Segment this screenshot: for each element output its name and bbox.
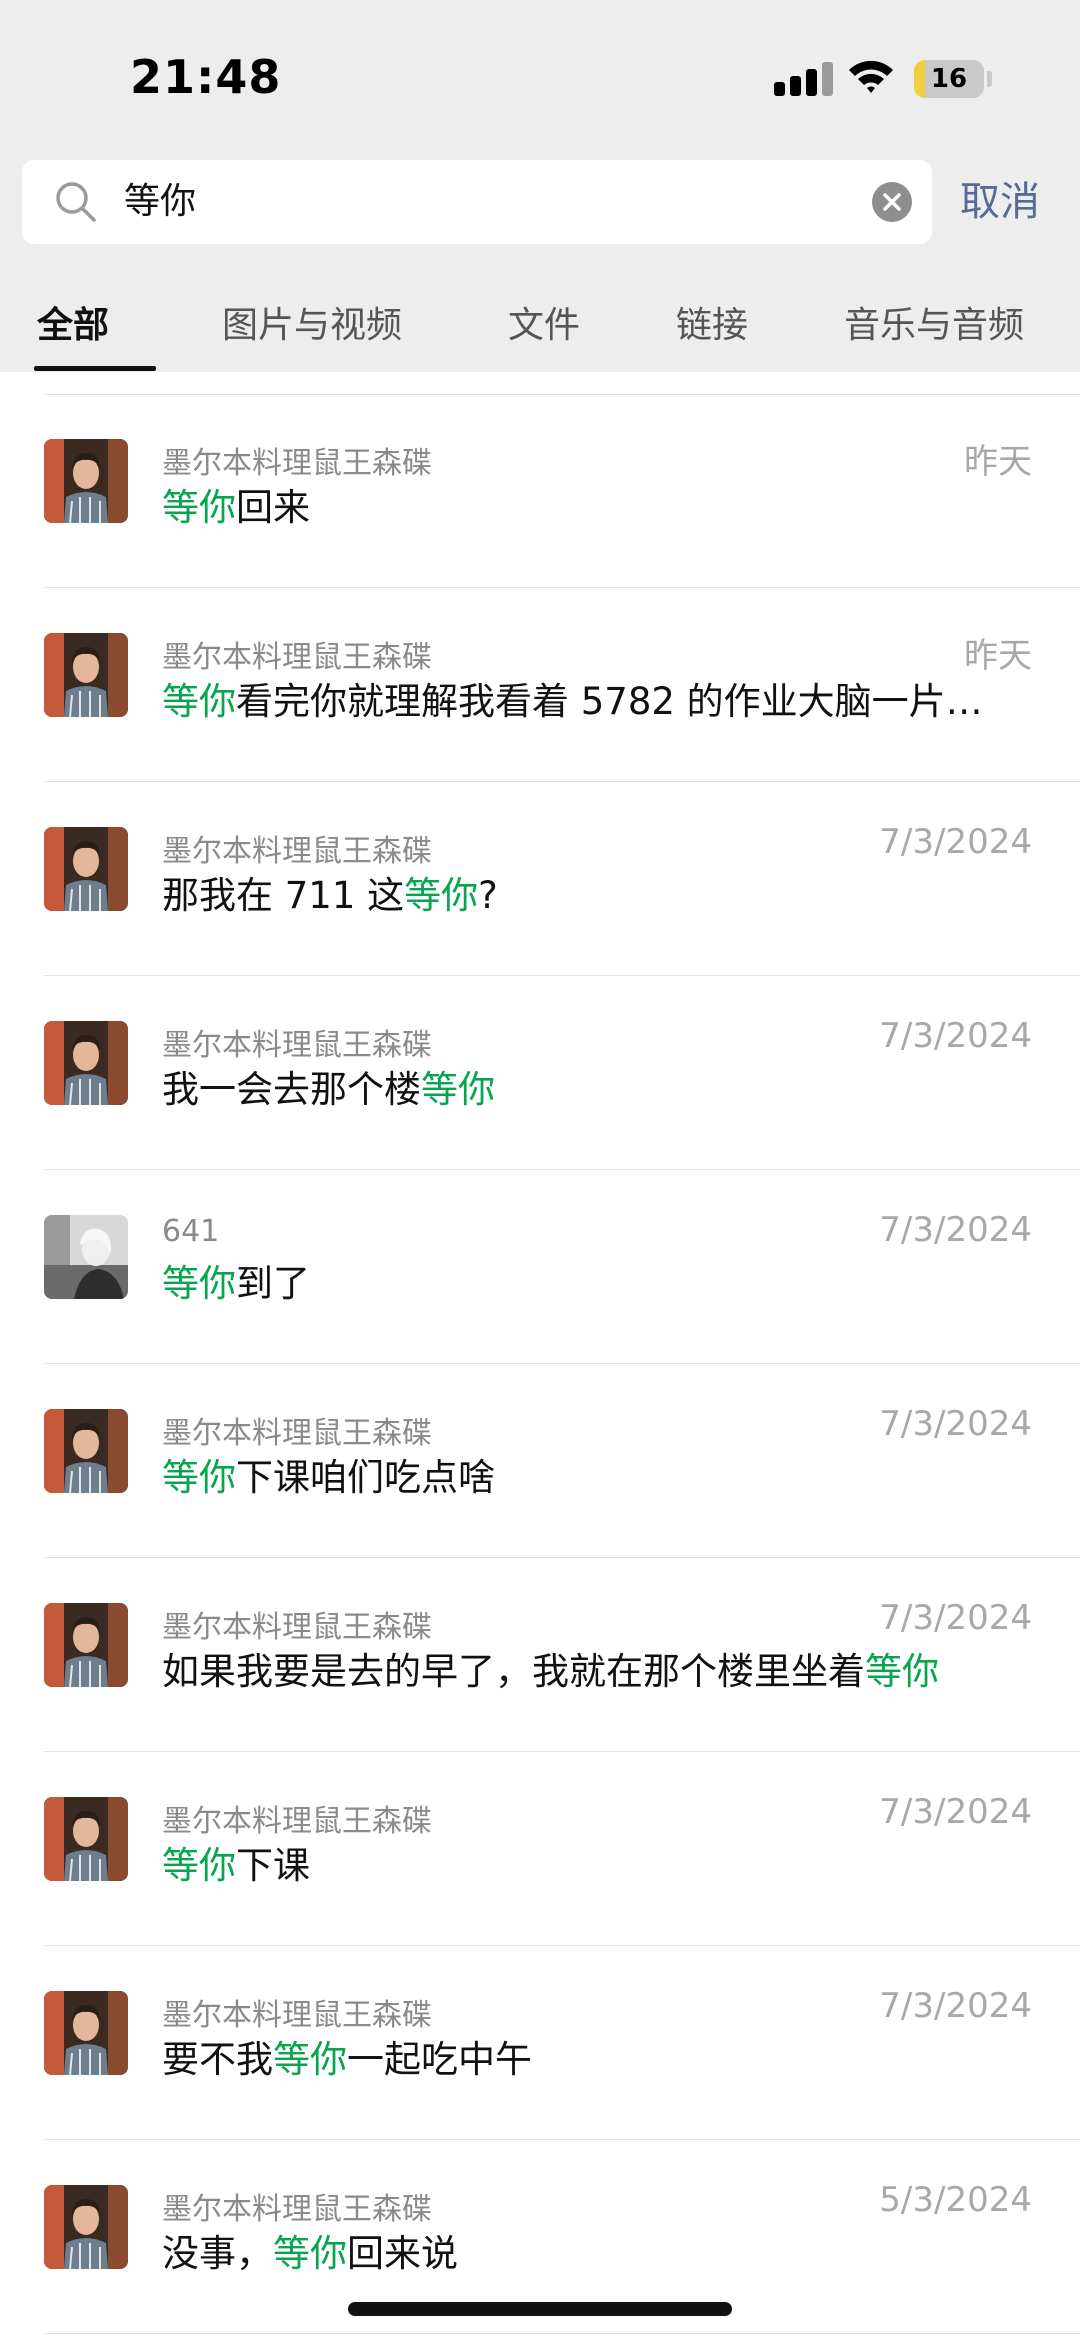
message-date: 7/3/2024 [879,822,1032,862]
message-date: 昨天 [964,442,1032,482]
snippet-highlight: 等你 [273,2232,347,2275]
tab-files[interactable]: 文件 [508,290,580,362]
search-result-row[interactable]: 墨尔本料理鼠王森碟 7/3/2024 如果我要是去的早了，我就在那个楼里坐着等你 [0,1558,1080,1752]
message-snippet: 那我在 711 这等你? [162,868,1028,924]
tab-music-audio[interactable]: 音乐与音频 [844,290,1024,362]
snippet-after: 看完你就理解我看着 5782 的作业大脑一片… [236,680,983,723]
cancel-button[interactable]: 取消 [960,160,1040,244]
search-result-row[interactable]: 墨尔本料理鼠王森碟 昨天 等你回来 [0,394,1080,588]
active-tab-indicator [34,366,156,371]
row-divider [44,2333,1080,2334]
message-date: 7/3/2024 [879,1016,1032,1056]
message-date: 7/3/2024 [879,1986,1032,2026]
message-snippet: 等你到了 [162,1256,1028,1312]
contact-name: 641 [162,1214,220,1249]
search-result-row[interactable]: 墨尔本料理鼠王森碟 昨天 等你看完你就理解我看着 5782 的作业大脑一片… [0,588,1080,782]
avatar [44,1215,128,1299]
avatar [44,1797,128,1881]
wifi-icon [849,60,893,93]
search-result-row[interactable]: 墨尔本料理鼠王森碟 7/3/2024 那我在 711 这等你? [0,782,1080,976]
snippet-highlight: 等你 [162,1262,236,1305]
snippet-before: 那我在 711 这 [162,874,405,917]
avatar [44,1021,128,1105]
contact-name: 墨尔本料理鼠王森碟 [162,446,432,481]
avatar [44,1991,128,2075]
message-snippet: 等你看完你就理解我看着 5782 的作业大脑一片… [162,674,1028,730]
search-result-row[interactable]: 墨尔本料理鼠王森碟 7/3/2024 等你下课 [0,1752,1080,1946]
search-result-row[interactable]: 墨尔本料理鼠王森碟 7/3/2024 等你下课咱们吃点啥 [0,1364,1080,1558]
status-time: 21:48 [130,50,282,104]
avatar [44,827,128,911]
contact-name: 墨尔本料理鼠王森碟 [162,1804,432,1839]
cellular-signal-icon [774,60,836,96]
contact-name: 墨尔本料理鼠王森碟 [162,640,432,675]
tab-photos-videos[interactable]: 图片与视频 [222,290,402,362]
snippet-highlight: 等你 [273,2038,347,2081]
snippet-before: 如果我要是去的早了，我就在那个楼里坐着 [162,1650,865,1693]
snippet-after: ? [478,874,498,917]
snippet-before: 我一会去那个楼 [162,1068,421,1111]
snippet-highlight: 等你 [162,1456,236,1499]
contact-name: 墨尔本料理鼠王森碟 [162,834,432,869]
contact-name: 墨尔本料理鼠王森碟 [162,1998,432,2033]
message-date: 7/3/2024 [879,1210,1032,1250]
search-result-row[interactable]: 641 7/3/2024 等你到了 [0,1170,1080,1364]
battery-percent: 16 [930,64,968,94]
message-snippet: 如果我要是去的早了，我就在那个楼里坐着等你 [162,1644,1028,1700]
snippet-highlight: 等你 [162,486,236,529]
message-date: 7/3/2024 [879,1404,1032,1444]
tab-links[interactable]: 链接 [676,290,748,362]
battery-icon: 16 [914,60,984,98]
home-indicator[interactable] [348,2302,732,2316]
message-snippet: 要不我等你一起吃中午 [162,2032,1028,2088]
contact-name: 墨尔本料理鼠王森碟 [162,1416,432,1451]
snippet-after: 回来 [236,486,310,529]
contact-name: 墨尔本料理鼠王森碟 [162,1028,432,1063]
snippet-highlight: 等你 [162,680,236,723]
message-snippet: 我一会去那个楼等你 [162,1062,1028,1118]
snippet-before: 没事， [162,2232,273,2275]
clear-search-icon[interactable] [872,182,912,222]
avatar [44,439,128,523]
snippet-after: 到了 [236,1262,310,1305]
avatar [44,2185,128,2269]
avatar [44,1409,128,1493]
snippet-highlight: 等你 [162,1844,236,1887]
category-tabs: 全部 图片与视频 文件 链接 音乐与音频 [0,290,1080,372]
message-date: 昨天 [964,636,1032,676]
message-snippet: 等你回来 [162,480,1028,536]
search-icon [56,182,96,222]
snippet-after: 下课 [236,1844,310,1887]
snippet-highlight: 等你 [404,874,479,917]
contact-name: 墨尔本料理鼠王森碟 [162,2192,432,2227]
message-snippet: 等你下课 [162,1838,1028,1894]
message-snippet: 没事，等你回来说 [162,2226,1028,2282]
snippet-highlight: 等你 [421,1068,495,1111]
status-bar: 21:48 16 [0,0,1080,150]
search-result-row[interactable]: 墨尔本料理鼠王森碟 7/3/2024 要不我等你一起吃中午 [0,1946,1080,2140]
message-date: 5/3/2024 [879,2180,1032,2220]
battery-tip [987,71,992,87]
search-result-row[interactable]: 墨尔本料理鼠王森碟 7/3/2024 我一会去那个楼等你 [0,976,1080,1170]
message-snippet: 等你下课咱们吃点啥 [162,1450,1028,1506]
snippet-before: 要不我 [162,2038,273,2081]
snippet-highlight: 等你 [865,1650,939,1693]
message-date: 7/3/2024 [879,1792,1032,1832]
message-date: 7/3/2024 [879,1598,1032,1638]
snippet-after: 下课咱们吃点啥 [236,1456,495,1499]
search-query[interactable]: 等你 [124,160,196,244]
avatar [44,1603,128,1687]
snippet-after: 一起吃中午 [347,2038,532,2081]
tab-all[interactable]: 全部 [37,290,109,362]
avatar [44,633,128,717]
snippet-after: 回来说 [347,2232,458,2275]
search-input[interactable]: 等你 [22,160,932,244]
contact-name: 墨尔本料理鼠王森碟 [162,1610,432,1645]
